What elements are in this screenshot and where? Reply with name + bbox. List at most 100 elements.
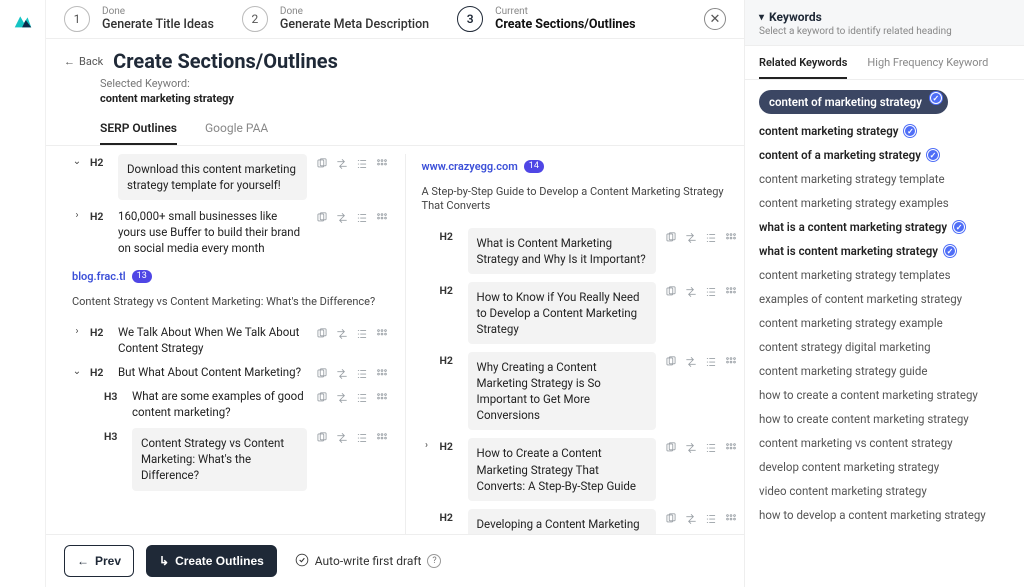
swap-icon[interactable] (335, 366, 349, 380)
keyword-item[interactable]: content strategy digital marketing (759, 340, 1010, 354)
keyword-item[interactable]: examples of content marketing strategy (759, 292, 1010, 306)
list-icon[interactable] (355, 390, 369, 404)
copy-icon[interactable] (664, 230, 678, 244)
grid-icon[interactable] (375, 156, 389, 170)
copy-icon[interactable] (315, 156, 329, 170)
list-icon[interactable] (355, 210, 369, 224)
grid-icon[interactable] (724, 354, 738, 368)
keyword-item[interactable]: develop content marketing strategy (759, 460, 1010, 474)
chevron-right-icon[interactable]: › (72, 210, 82, 221)
swap-icon[interactable] (335, 326, 349, 340)
copy-icon[interactable] (664, 354, 678, 368)
keyword-item[interactable]: content of a marketing strategy✓ (759, 148, 1010, 162)
list-icon[interactable] (704, 284, 718, 298)
swap-icon[interactable] (335, 210, 349, 224)
tab-related-keywords[interactable]: Related Keywords (759, 56, 847, 79)
keyword-item[interactable]: content marketing strategy template (759, 172, 1010, 186)
tab-serp-outlines[interactable]: SERP Outlines (100, 121, 177, 145)
outline-item[interactable]: H2How to Know if You Really Need to Deve… (422, 282, 739, 344)
outline-item[interactable]: H2What is Content Marketing Strategy and… (422, 228, 739, 274)
keyword-item[interactable]: how to create content marketing strategy (759, 412, 1010, 426)
source-domain-link[interactable]: blog.frac.tl (72, 270, 126, 283)
list-icon[interactable] (355, 430, 369, 444)
chevron-right-icon[interactable]: › (72, 326, 82, 337)
chevron-down-icon[interactable]: ⌄ (72, 156, 82, 167)
back-link[interactable]: ← Back (64, 55, 103, 68)
swap-icon[interactable] (684, 511, 698, 525)
grid-icon[interactable] (375, 390, 389, 404)
outline-item[interactable]: ⌄H2But What About Content Marketing? (72, 364, 389, 380)
keyword-item[interactable]: what is content marketing strategy✓ (759, 244, 1010, 258)
outline-item[interactable]: ›H2160,000+ small businesses like yours … (72, 208, 389, 256)
copy-icon[interactable] (315, 210, 329, 224)
keyword-item[interactable]: content marketing strategy templates (759, 268, 1010, 282)
autowrite-toggle[interactable]: Auto-write first draft ? (295, 553, 442, 570)
copy-icon[interactable] (664, 284, 678, 298)
chevron-down-icon[interactable]: ⌄ (72, 366, 82, 377)
swap-icon[interactable] (684, 440, 698, 454)
copy-icon[interactable] (664, 440, 678, 454)
keyword-item[interactable]: video content marketing strategy (759, 484, 1010, 498)
step-2[interactable]: 2 Done Generate Meta Description (242, 6, 429, 32)
swap-icon[interactable] (335, 430, 349, 444)
footer-bar: ← Prev ↳ Create Outlines Auto-write firs… (46, 534, 744, 587)
chevron-right-icon[interactable]: › (422, 440, 432, 451)
outline-item[interactable]: H2Why Creating a Content Marketing Strat… (422, 352, 739, 430)
keyword-item[interactable]: content marketing strategy examples (759, 196, 1010, 210)
outline-item[interactable]: ›H2How to Create a Content Marketing Str… (422, 438, 739, 500)
copy-icon[interactable] (664, 511, 678, 525)
outline-text: We Talk About When We Talk About Content… (118, 324, 307, 356)
copy-icon[interactable] (315, 390, 329, 404)
create-outlines-button[interactable]: ↳ Create Outlines (146, 545, 277, 577)
swap-icon[interactable] (684, 230, 698, 244)
list-icon[interactable] (704, 511, 718, 525)
close-button[interactable]: ✕ (704, 8, 726, 30)
keyword-item[interactable]: content marketing strategy example (759, 316, 1010, 330)
grid-icon[interactable] (375, 326, 389, 340)
keyword-label: content marketing strategy templates (759, 268, 951, 282)
copy-icon[interactable] (315, 430, 329, 444)
outline-item[interactable]: ⌄H2Download this content marketing strat… (72, 154, 389, 200)
swap-icon[interactable] (335, 390, 349, 404)
list-icon[interactable] (704, 354, 718, 368)
outline-item[interactable]: H3What are some examples of good content… (86, 388, 389, 420)
grid-icon[interactable] (724, 284, 738, 298)
step-3[interactable]: 3 Current Create Sections/Outlines (457, 6, 635, 32)
grid-icon[interactable] (724, 440, 738, 454)
grid-icon[interactable] (375, 210, 389, 224)
swap-icon[interactable] (684, 354, 698, 368)
list-icon[interactable] (355, 366, 369, 380)
keyword-item[interactable]: content of marketing strategy✓ (759, 90, 948, 114)
outline-text: Download this content marketing strategy… (118, 154, 307, 200)
keyword-item[interactable]: what is a content marketing strategy✓ (759, 220, 1010, 234)
keyword-item[interactable]: content marketing vs content strategy (759, 436, 1010, 450)
keyword-item[interactable]: content marketing strategy✓ (759, 124, 1010, 138)
list-icon[interactable] (355, 326, 369, 340)
swap-icon[interactable] (684, 284, 698, 298)
tab-google-paa[interactable]: Google PAA (205, 121, 268, 145)
keyword-item[interactable]: content marketing strategy guide (759, 364, 1010, 378)
grid-icon[interactable] (375, 430, 389, 444)
outline-item[interactable]: H2Developing a Content Marketing Strateg… (422, 509, 739, 534)
copy-icon[interactable] (315, 326, 329, 340)
grid-icon[interactable] (724, 511, 738, 525)
list-icon[interactable] (704, 440, 718, 454)
keyword-label: what is content marketing strategy (759, 244, 938, 258)
outline-item[interactable]: ›H2We Talk About When We Talk About Cont… (72, 324, 389, 356)
step-1[interactable]: 1 Done Generate Title Ideas (64, 6, 214, 32)
keyword-item[interactable]: how to develop a content marketing strat… (759, 508, 1010, 522)
copy-icon[interactable] (315, 366, 329, 380)
grid-icon[interactable] (724, 230, 738, 244)
grid-icon[interactable] (375, 366, 389, 380)
outline-item[interactable]: H3Content Strategy vs Content Marketing:… (86, 428, 389, 490)
prev-button[interactable]: ← Prev (64, 545, 134, 577)
info-icon[interactable]: ? (427, 554, 441, 568)
source-domain-link[interactable]: www.crazyegg.com (422, 160, 518, 173)
keyword-item[interactable]: how to create a content marketing strate… (759, 388, 1010, 402)
list-icon[interactable] (704, 230, 718, 244)
autowrite-label: Auto-write first draft (315, 554, 422, 568)
list-icon[interactable] (355, 156, 369, 170)
swap-icon[interactable] (335, 156, 349, 170)
keywords-header[interactable]: ▾ Keywords Select a keyword to identify … (745, 0, 1024, 46)
tab-high-frequency[interactable]: High Frequency Keyword (867, 56, 988, 79)
